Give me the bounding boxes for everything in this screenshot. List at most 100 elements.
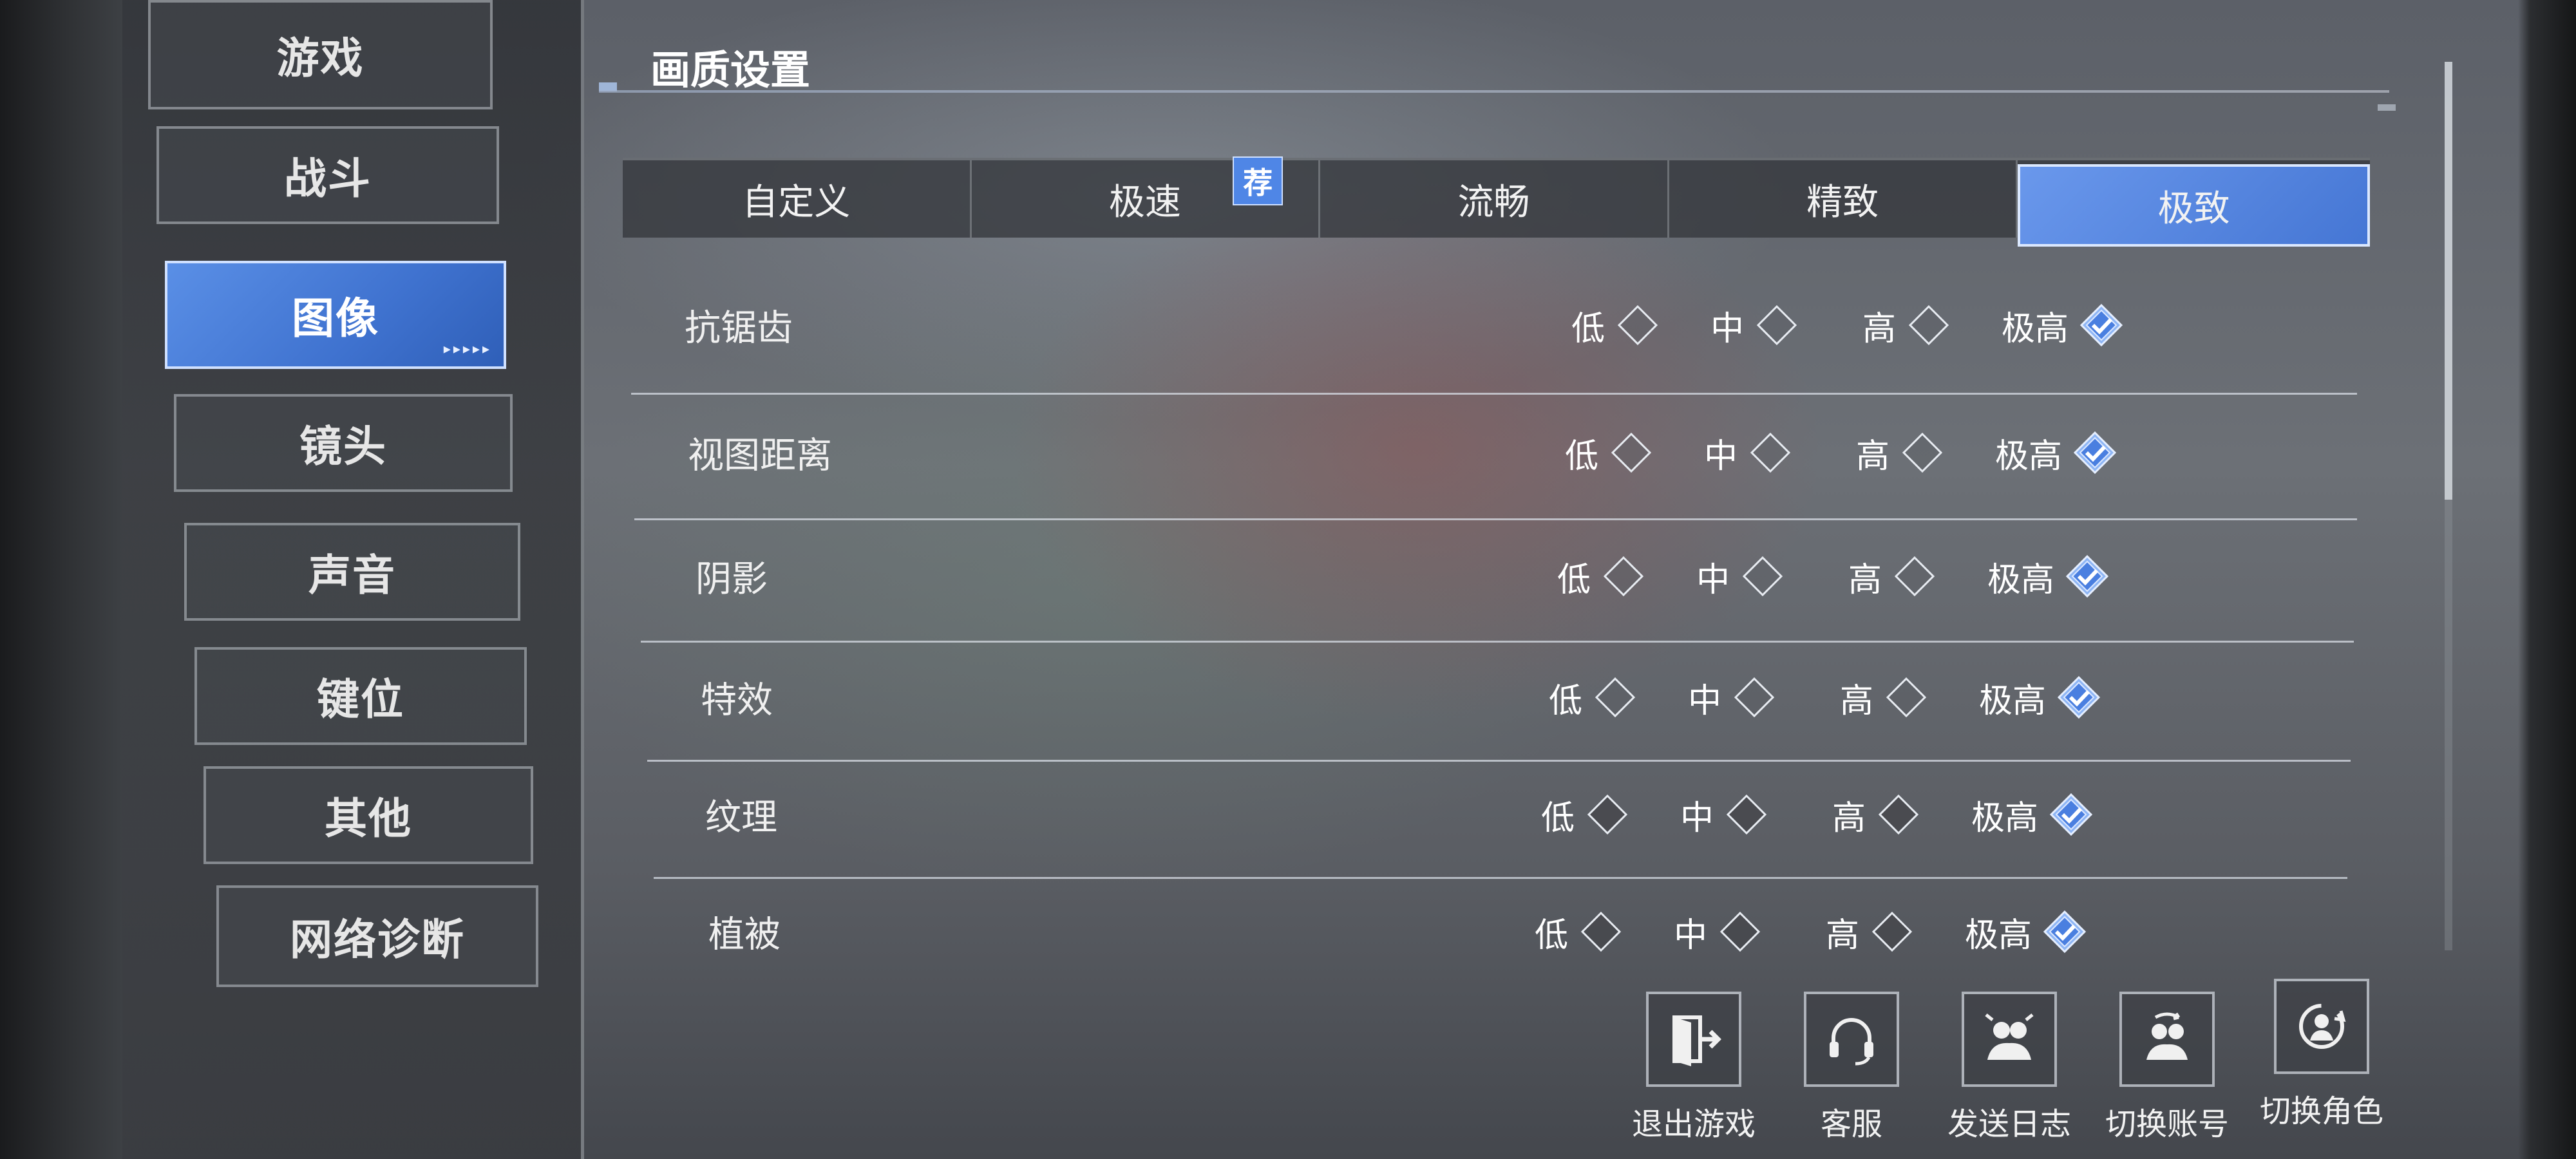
preset-tab-label: 流畅: [1457, 181, 1530, 223]
quality-option-label: 中: [1688, 681, 1722, 721]
quality-option[interactable]: 低: [1535, 893, 1622, 970]
diamond-radio-icon[interactable]: [1893, 555, 1936, 598]
quality-option-group: 低 中 高 极高: [1557, 538, 2109, 615]
quality-option-label: 中: [1696, 560, 1730, 599]
customer-service-label: 客服: [1820, 1106, 1882, 1142]
diamond-checked-icon[interactable]: [2066, 555, 2109, 598]
quality-option-label: 极高: [2002, 309, 2069, 348]
game-settings-screen: 游戏 战斗 图像 ▸▸▸▸▸ 镜头 声音 键位 其他 网络诊断 画质设置 自定义…: [0, 0, 2576, 1159]
diamond-radio-icon[interactable]: [1616, 304, 1659, 346]
diamond-checked-icon[interactable]: [2043, 910, 2087, 953]
quality-option-label: 高: [1840, 681, 1874, 721]
quality-option[interactable]: 高: [1840, 659, 1927, 736]
exit-door-icon: [1646, 992, 1741, 1087]
quality-option[interactable]: 中: [1704, 414, 1792, 491]
diamond-checked-icon[interactable]: [2074, 431, 2117, 474]
diamond-radio-icon[interactable]: [1725, 793, 1768, 836]
preset-tab-ultimate[interactable]: 极致: [2018, 164, 2370, 247]
switch-character-label: 切换角色: [2259, 1093, 2383, 1129]
quality-option[interactable]: 高: [1856, 414, 1944, 491]
quality-option[interactable]: 极高: [2002, 287, 2123, 364]
diamond-radio-icon[interactable]: [1602, 555, 1645, 598]
sidebar-item-game[interactable]: 游戏: [148, 0, 493, 109]
quality-option[interactable]: 低: [1541, 776, 1629, 853]
exit-game-button[interactable]: 退出游戏: [1620, 992, 1768, 1144]
preset-tab-refined[interactable]: 精致: [1669, 160, 2018, 238]
preset-tab-fastest[interactable]: 极速 荐: [972, 156, 1321, 238]
diamond-radio-icon[interactable]: [1719, 910, 1761, 953]
quality-option[interactable]: 高: [1832, 776, 1920, 853]
preset-tab-smooth[interactable]: 流畅: [1320, 160, 1669, 238]
quality-option[interactable]: 中: [1688, 659, 1776, 736]
diamond-radio-icon[interactable]: [1871, 910, 1913, 953]
quality-option[interactable]: 极高: [1995, 414, 2117, 491]
quality-option-label: 高: [1832, 798, 1866, 838]
switch-account-label: 切换账号: [2105, 1106, 2229, 1142]
switch-character-icon: [2274, 979, 2369, 1074]
title-rule-end: [2378, 104, 2396, 111]
diamond-radio-icon[interactable]: [1901, 431, 1944, 474]
customer-service-button[interactable]: 客服: [1777, 992, 1926, 1144]
quality-option[interactable]: 高: [1862, 287, 1950, 364]
diamond-radio-icon[interactable]: [1877, 793, 1920, 836]
sidebar-item-label: 战斗: [284, 154, 372, 203]
quality-option[interactable]: 极高: [1979, 659, 2101, 736]
diamond-radio-icon[interactable]: [1908, 304, 1950, 346]
sidebar-item-label: 游戏: [276, 33, 365, 83]
diamond-radio-icon[interactable]: [1580, 910, 1622, 953]
scrollbar-thumb[interactable]: [2445, 62, 2452, 500]
switch-character-button[interactable]: 切换角色: [2248, 979, 2396, 1131]
quality-option[interactable]: 低: [1549, 659, 1636, 736]
quality-option-group: 低 中 高 极高: [1541, 776, 2093, 853]
quality-option-label: 低: [1571, 309, 1605, 348]
quality-option-label: 低: [1541, 798, 1575, 838]
quality-option[interactable]: 低: [1557, 538, 1645, 615]
diamond-radio-icon[interactable]: [1586, 793, 1629, 836]
setting-label: 纹理: [705, 796, 777, 839]
quality-option[interactable]: 极高: [1965, 893, 2087, 970]
diamond-radio-icon[interactable]: [1741, 555, 1784, 598]
diamond-radio-icon[interactable]: [1594, 676, 1636, 719]
quality-option[interactable]: 中: [1710, 287, 1798, 364]
quality-option[interactable]: 高: [1826, 893, 1913, 970]
diamond-radio-icon[interactable]: [1885, 676, 1927, 719]
sidebar-item-combat[interactable]: 战斗: [156, 126, 499, 224]
quality-option-label: 中: [1680, 798, 1714, 838]
quality-option-group: 低 中 高 极高: [1535, 893, 2087, 970]
quality-option-label: 高: [1826, 916, 1860, 955]
quality-option[interactable]: 高: [1848, 538, 1936, 615]
setting-row-view-distance: 视图距离 低 中 高 极高: [0, 391, 2576, 514]
quality-option[interactable]: 极高: [1971, 776, 2093, 853]
quality-option-label: 极高: [1995, 437, 2063, 476]
quality-option-label: 高: [1848, 560, 1882, 599]
setting-row-foliage: 植被 低 中 高 极高: [0, 871, 2576, 993]
quality-option-label: 中: [1710, 309, 1745, 348]
send-log-button[interactable]: 发送日志: [1935, 992, 2083, 1144]
quality-option-label: 低: [1565, 437, 1599, 476]
preset-tab-label: 极致: [2157, 187, 2230, 230]
preset-tab-label: 精致: [1806, 181, 1879, 223]
preset-tab-label: 极速: [1108, 181, 1181, 223]
setting-row-anti-aliasing: 抗锯齿 低 中 高 极高: [0, 264, 2576, 386]
quality-option[interactable]: 低: [1571, 287, 1659, 364]
diamond-radio-icon[interactable]: [1756, 304, 1798, 346]
quality-option[interactable]: 极高: [1987, 538, 2109, 615]
quality-option[interactable]: 中: [1680, 776, 1768, 853]
quality-option-label: 极高: [1987, 560, 2055, 599]
preset-tab-custom[interactable]: 自定义: [623, 160, 972, 238]
quality-option-label: 高: [1862, 309, 1897, 348]
quality-option[interactable]: 低: [1565, 414, 1653, 491]
diamond-radio-icon[interactable]: [1749, 431, 1792, 474]
diamond-checked-icon[interactable]: [2058, 676, 2101, 719]
quality-option[interactable]: 中: [1696, 538, 1784, 615]
quality-option-group: 低 中 高 极高: [1571, 287, 2123, 364]
switch-account-button[interactable]: 切换账号: [2093, 992, 2241, 1144]
diamond-radio-icon[interactable]: [1733, 676, 1776, 719]
diamond-checked-icon[interactable]: [2080, 304, 2123, 346]
setting-row-shadow: 阴影 低 中 高 极高: [0, 515, 2576, 637]
diamond-checked-icon[interactable]: [2050, 793, 2093, 836]
diamond-radio-icon[interactable]: [1610, 431, 1653, 474]
send-log-icon: [1962, 992, 2057, 1087]
quality-option[interactable]: 中: [1674, 893, 1761, 970]
quality-option-label: 极高: [1965, 916, 2032, 955]
